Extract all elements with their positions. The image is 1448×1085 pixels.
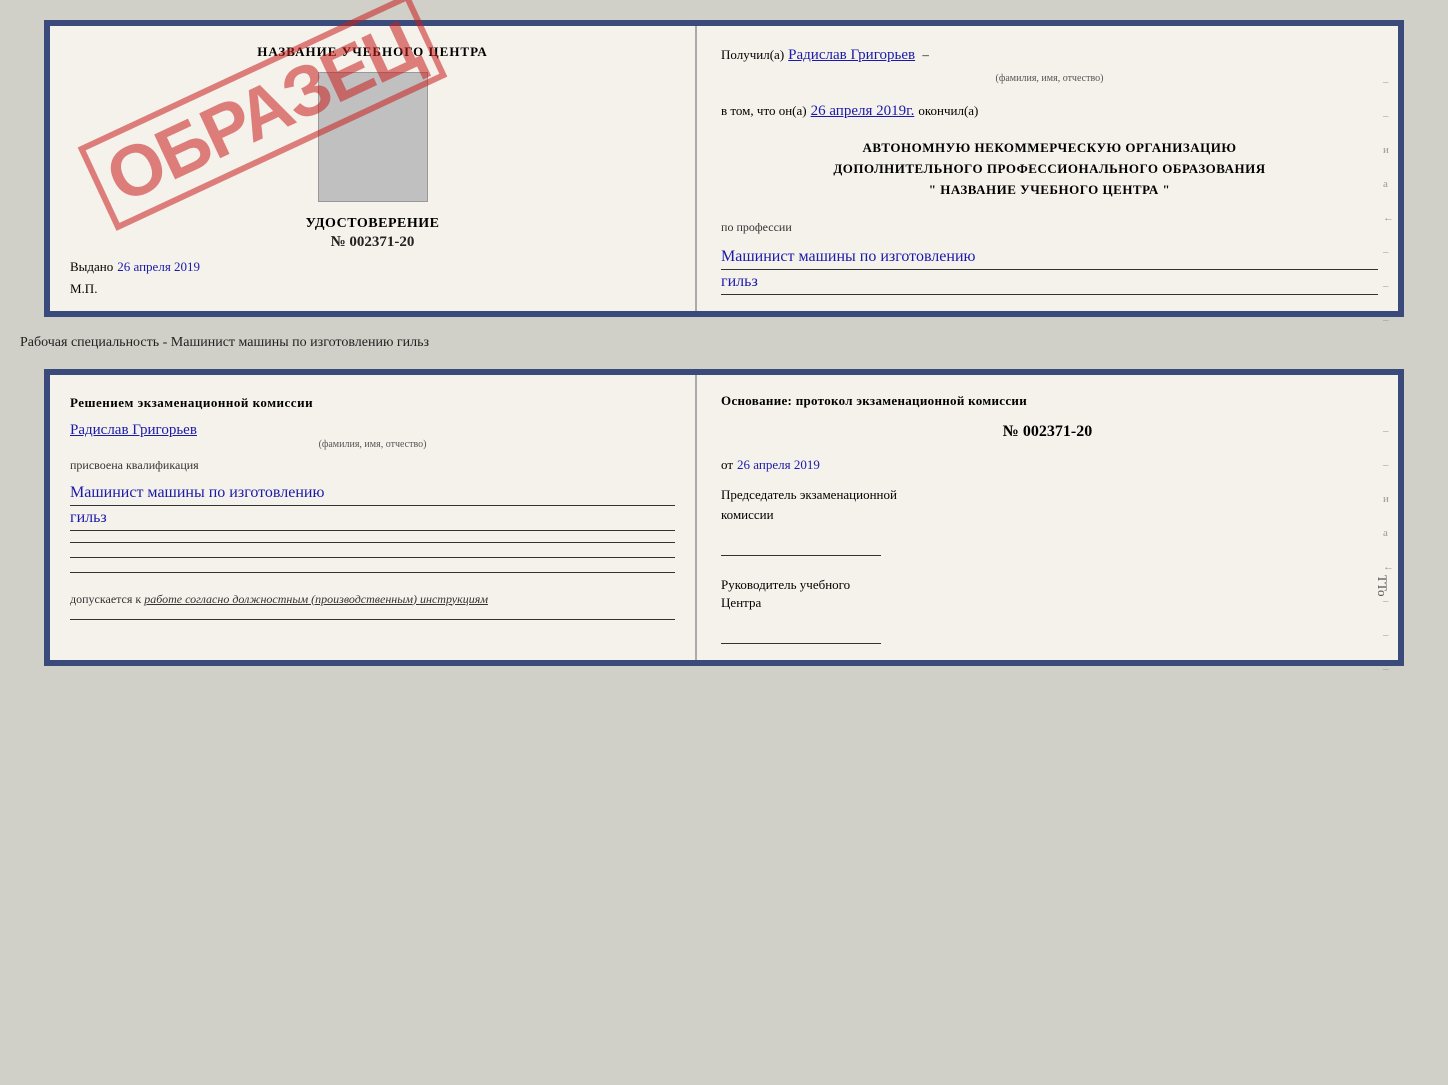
fio-hint-bottom: (фамилия, имя, отчество) [70,439,675,450]
vtom-row: в том, что он(а) 26 апреля 2019г. окончи… [721,100,1378,123]
cert-number: № 002371-20 [70,234,675,251]
ot-date-value: 26 апреля 2019 [737,457,820,473]
protocol-number: № 002371-20 [721,423,1374,441]
ot-label: от [721,457,733,473]
bottom-doc-left: Решением экзаменационной комиссии Радисл… [50,375,697,660]
predsedatel-line1: Председатель экзаменационной [721,485,1374,505]
profession-line1: Машинист машины по изготовлению [721,245,1378,270]
cert-title: УДОСТОВЕРЕНИЕ [70,216,675,232]
fio-value-top: Радислав Григорьев [788,44,915,67]
predsedatel-line2: комиссии [721,505,1374,525]
ot-date-row: от 26 апреля 2019 [721,457,1374,473]
fio-value-bottom: Радислав Григорьев [70,422,197,438]
okonchil: окончил(а) [918,101,978,121]
mp-label: М.П. [70,281,675,297]
fio-bottom: Радислав Григорьев (фамилия, имя, отчест… [70,421,675,450]
poluchil-row: Получил(а) Радислав Григорьев – [721,44,1378,67]
divider1 [70,542,675,543]
prisvoena-label: присвоена квалификация [70,458,675,473]
divider2 [70,557,675,558]
school-name-top: НАЗВАНИЕ УЧЕБНОГО ЦЕНТРА [70,44,675,60]
predsedatel-sign-line [721,536,881,556]
osnovanie-header: Основание: протокол экзаменационной коми… [721,393,1374,409]
photo-placeholder [318,72,428,202]
profession-line2: гильз [721,270,1378,295]
vtom-date: 26 апреля 2019г. [811,100,915,123]
qual-line1: Машинист машины по изготовлению [70,481,675,506]
rukovoditel-line1: Руководитель учебного [721,576,1374,594]
tto-label: TTo [1374,575,1390,596]
top-doc-right: Получил(а) Радислав Григорьев – (фамилия… [697,26,1398,311]
bottom-document: Решением экзаменационной комиссии Радисл… [44,369,1404,666]
komissia-header: Решением экзаменационной комиссии [70,393,675,413]
dash1: – [919,45,929,65]
org-line2: ДОПОЛНИТЕЛЬНОГО ПРОФЕССИОНАЛЬНОГО ОБРАЗО… [721,159,1378,180]
rukovoditel-sign-line [721,624,881,644]
cert-info: УДОСТОВЕРЕНИЕ № 002371-20 [70,216,675,253]
vtom-prefix: в том, что он(а) [721,101,807,121]
side-deco-bottom: – – и а ← – – – [1383,425,1394,675]
qual-line2: гильз [70,506,675,531]
divider4 [70,619,675,620]
poluchil-label: Получил(а) [721,45,784,65]
rukovoditel-label: Руководитель учебного Центра [721,576,1374,612]
po-professii-label: по профессии [721,220,1378,235]
top-doc-left: НАЗВАНИЕ УЧЕБНОГО ЦЕНТРА УДОСТОВЕРЕНИЕ №… [50,26,697,311]
rabota-text: работе согласно должностным (производств… [144,592,488,606]
org-line1: АВТОНОМНУЮ НЕКОММЕРЧЕСКУЮ ОРГАНИЗАЦИЮ [721,138,1378,159]
qualification-block: Машинист машины по изготовлению гильз [70,481,675,531]
predsedatel-label: Председатель экзаменационной комиссии [721,485,1374,524]
fio-hint-top: (фамилия, имя, отчество) [721,73,1378,84]
dopuskaetsya-row: допускается к работе согласно должностны… [70,592,675,607]
divider3 [70,572,675,573]
top-document: НАЗВАНИЕ УЧЕБНОГО ЦЕНТРА УДОСТОВЕРЕНИЕ №… [44,20,1404,317]
vydano-date: 26 апреля 2019 [117,259,200,275]
side-deco: – – и а ← – – – [1383,76,1394,326]
separator-label: Рабочая специальность - Машинист машины … [20,335,429,351]
dopuskaetsya-prefix: допускается к [70,592,141,606]
vydano-row: Выдано 26 апреля 2019 [70,259,675,275]
rukovoditel-line2: Центра [721,594,1374,612]
org-block: АВТОНОМНУЮ НЕКОММЕРЧЕСКУЮ ОРГАНИЗАЦИЮ ДО… [721,138,1378,200]
vydano-label: Выдано [70,259,113,275]
org-quote: " НАЗВАНИЕ УЧЕБНОГО ЦЕНТРА " [721,180,1378,201]
bottom-doc-right: Основание: протокол экзаменационной коми… [697,375,1398,660]
